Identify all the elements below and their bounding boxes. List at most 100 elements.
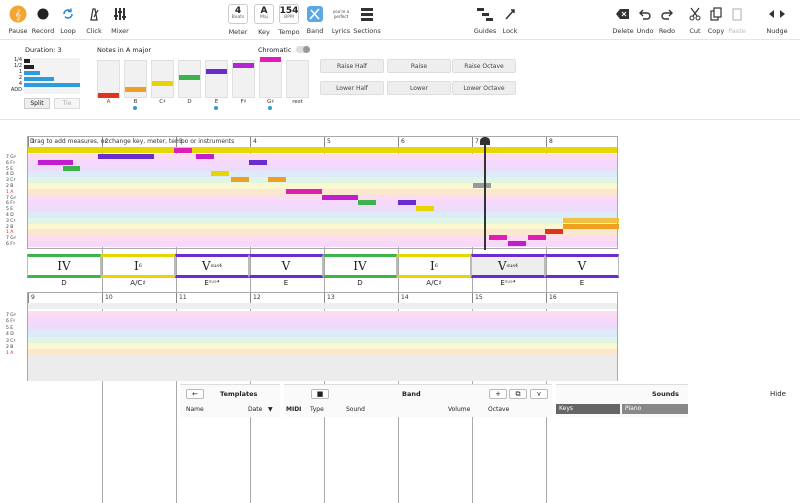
key-1[interactable] xyxy=(97,60,120,98)
chord-5[interactable]: IV xyxy=(323,254,397,278)
playhead[interactable] xyxy=(484,137,486,250)
back-button[interactable]: ← xyxy=(186,389,204,399)
raise-half-button[interactable]: Raise Half xyxy=(320,59,384,73)
measure-12[interactable]: 12 xyxy=(250,293,324,303)
track-2[interactable]: 9 10 11 12 13 14 15 16 xyxy=(27,292,620,503)
lane-label: 5 E xyxy=(6,325,14,331)
key-label: E xyxy=(214,99,219,105)
midi-column[interactable]: MIDI xyxy=(286,406,301,413)
tie-button[interactable]: Tie xyxy=(54,98,80,109)
measure-4[interactable]: 4 xyxy=(250,137,324,147)
measure-9[interactable]: 9 xyxy=(28,293,102,303)
raise-button[interactable]: Raise xyxy=(387,59,451,73)
volume-column[interactable]: Volume xyxy=(448,406,470,413)
note-block[interactable] xyxy=(473,183,491,188)
chord-3[interactable]: Vsus4 xyxy=(175,254,249,278)
note-block[interactable] xyxy=(563,217,619,223)
date-column[interactable]: Date xyxy=(248,406,262,413)
note-block[interactable] xyxy=(322,194,358,200)
chromatic-label: Chromatic xyxy=(258,46,292,54)
filter-button[interactable]: ⋎ xyxy=(530,389,548,399)
note-block[interactable] xyxy=(563,223,619,229)
measure-6[interactable]: 6 xyxy=(398,137,472,147)
key-3[interactable] xyxy=(151,60,174,98)
key-6[interactable] xyxy=(232,60,255,98)
measure-5[interactable]: 5 xyxy=(324,137,398,147)
chord-4[interactable]: V xyxy=(249,254,323,278)
track-1[interactable]: 12345678 Drag to add measures, or change… xyxy=(27,136,620,347)
chord-name: D xyxy=(357,279,363,287)
measure-10[interactable]: 10 xyxy=(102,293,176,303)
chord-8[interactable]: V xyxy=(545,254,619,278)
duration-bar-two xyxy=(24,77,54,81)
chromatic-toggle[interactable] xyxy=(296,46,310,53)
octave-column[interactable]: Octave xyxy=(488,406,509,413)
nudge-button[interactable]: Nudge xyxy=(764,3,790,39)
save-button[interactable]: ■ xyxy=(311,389,329,399)
sort-down-icon[interactable]: ▼ xyxy=(268,406,273,413)
lower-half-button[interactable]: Lower Half xyxy=(320,81,384,95)
note-block[interactable] xyxy=(398,200,416,206)
chord-7[interactable]: Vsus4 xyxy=(471,254,545,278)
type-column[interactable]: Type xyxy=(310,406,324,413)
section-strip[interactable] xyxy=(28,147,617,153)
key-2[interactable] xyxy=(124,60,147,98)
roman-numeral: V xyxy=(497,259,507,273)
sections-button[interactable]: Sections xyxy=(353,3,381,39)
note-block[interactable] xyxy=(63,165,80,171)
note-block[interactable] xyxy=(249,159,267,165)
chord-placeholder-2[interactable] xyxy=(28,356,617,381)
hide-button[interactable]: Hide xyxy=(770,390,786,398)
logo-pause-icon: 𝄞 xyxy=(9,5,27,23)
name-column[interactable]: Name xyxy=(186,406,204,413)
duplicate-button[interactable]: ⧉ xyxy=(509,389,527,399)
note-block[interactable] xyxy=(211,171,229,177)
mixer-button[interactable]: Mixer xyxy=(107,3,133,39)
lock-button[interactable]: Lock xyxy=(497,3,523,39)
sound-column[interactable]: Sound xyxy=(346,406,365,413)
note-block[interactable] xyxy=(38,159,73,165)
lower-octave-button[interactable]: Lower Octave xyxy=(452,81,516,95)
note-block[interactable] xyxy=(196,154,214,159)
note-block[interactable] xyxy=(358,200,376,206)
key-5[interactable] xyxy=(205,60,228,98)
measure-15[interactable]: 15 xyxy=(472,293,546,303)
keys-category[interactable]: Keys xyxy=(556,404,620,414)
lower-button[interactable]: Lower xyxy=(387,81,451,95)
piano-sound[interactable]: Piano xyxy=(622,404,688,414)
key-label: B xyxy=(133,99,138,105)
chord-6[interactable]: I6 xyxy=(397,254,471,278)
note-block[interactable] xyxy=(286,188,322,194)
measure-13[interactable]: 13 xyxy=(324,293,398,303)
section-strip-2[interactable] xyxy=(28,303,617,309)
hint-text: Drag to add measures, or change key, met… xyxy=(30,138,235,145)
paste-button[interactable]: Paste xyxy=(724,3,750,39)
duration-selector[interactable] xyxy=(24,58,80,94)
chord-2[interactable]: I6 xyxy=(101,254,175,278)
note-block[interactable] xyxy=(508,241,526,246)
key-note-marker xyxy=(233,63,254,68)
chord-name: A/C♯ xyxy=(426,279,442,287)
note-block[interactable] xyxy=(545,229,563,235)
measure-11[interactable]: 11 xyxy=(176,293,250,303)
key-8[interactable] xyxy=(286,60,309,98)
playhead-handle[interactable] xyxy=(480,137,490,145)
raise-octave-button[interactable]: Raise Octave xyxy=(452,59,516,73)
measure-16[interactable]: 16 xyxy=(546,293,620,303)
measure-14[interactable]: 14 xyxy=(398,293,472,303)
mixer-icon xyxy=(114,8,126,20)
split-button[interactable]: Split xyxy=(24,98,50,109)
note-block[interactable] xyxy=(528,235,546,241)
note-block[interactable] xyxy=(98,154,154,159)
note-block[interactable] xyxy=(174,148,192,154)
key-note-marker xyxy=(98,93,119,98)
note-block[interactable] xyxy=(268,177,286,183)
key-7[interactable] xyxy=(259,57,282,98)
note-block[interactable] xyxy=(489,235,507,241)
chord-1[interactable]: IV xyxy=(27,254,101,278)
note-block[interactable] xyxy=(231,177,249,183)
add-button[interactable]: + xyxy=(489,389,507,399)
measure-8[interactable]: 8 xyxy=(546,137,620,147)
key-4[interactable] xyxy=(178,60,201,98)
note-block[interactable] xyxy=(416,206,434,212)
